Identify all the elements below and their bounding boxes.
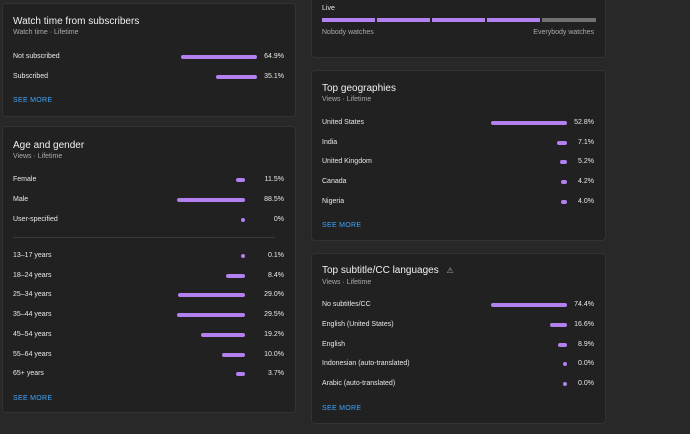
list-item: 25–34 years 29.0% [3, 288, 295, 302]
list-item: Arabic (auto-translated) 0.0% [312, 377, 605, 391]
row-bar [241, 254, 245, 258]
row-label: Nigeria [322, 197, 345, 205]
row-label: Not subscribed [13, 53, 60, 60]
list-item: 65+ years 3.7% [3, 367, 295, 381]
row-label: United Kingdom [322, 158, 372, 166]
top-subtitle-languages-card: Top subtitle/CC languages ⚠ Views · Life… [311, 253, 606, 424]
see-more-button[interactable]: SEE MORE [322, 222, 361, 229]
row-value: 52.8% [574, 119, 594, 126]
age-list: 13–17 years 0.1% 18–24 years 8.4% 25–34 year… [3, 127, 295, 412]
live-segment [542, 18, 596, 22]
list-item: Nigeria 4.0% [312, 195, 605, 209]
list-item: 55–64 years 10.0% [3, 348, 295, 362]
row-label: 55–64 years [13, 350, 52, 358]
row-value: 7.1% [578, 138, 594, 146]
row-value: 8.4% [268, 271, 284, 279]
row-label: 65+ years [13, 370, 44, 378]
live-segment [377, 18, 430, 22]
live-right-label: Everybody watches [533, 29, 594, 36]
row-label: 45–54 years [13, 330, 52, 338]
row-label: English [322, 340, 345, 348]
row-label: No subtitles/CC [322, 301, 371, 308]
row-value: 16.6% [574, 320, 594, 328]
list-item: Not subscribed 64.9% [3, 50, 295, 64]
row-value: 3.7% [268, 370, 284, 378]
row-label: English (United States) [322, 320, 394, 328]
list-item: 13–17 years 0.1% [3, 249, 295, 263]
row-bar [200, 332, 245, 337]
row-value: 5.2% [578, 158, 594, 166]
row-label: India [322, 138, 338, 146]
lang-list: No subtitles/CC 74.4% English (United Stat… [312, 254, 605, 423]
row-bar [491, 303, 567, 307]
row-value: 0.0% [578, 360, 594, 368]
row-bar [181, 55, 257, 59]
row-value: 4.0% [578, 197, 594, 205]
row-value: 0.0% [578, 380, 594, 388]
list-item: United Kingdom 5.2% [312, 155, 605, 169]
see-more-button[interactable]: SEE MORE [13, 395, 52, 402]
row-label: Arabic (auto-translated) [322, 380, 396, 388]
top-geographies-card: Top geographies Views · Lifetime United … [311, 70, 606, 241]
row-label: Indonesian (auto-translated) [322, 360, 410, 368]
row-value: 35.1% [264, 73, 284, 80]
list-item: India 7.1% [312, 136, 605, 150]
list-item: 45–54 years 19.2% [3, 328, 295, 342]
list-item: English (United States) 16.6% [312, 318, 605, 332]
live-card: Live Nobody watches Everybody watches [311, 0, 606, 58]
row-value: 10.0% [264, 350, 284, 358]
row-bar [177, 313, 245, 318]
row-value: 4.2% [578, 178, 594, 186]
row-bar [215, 75, 257, 79]
live-left-label: Nobody watches [322, 29, 374, 36]
list-item: Subscribed 35.1% [3, 70, 295, 84]
row-bar [178, 293, 245, 298]
row-label: 25–34 years [13, 291, 52, 299]
age-gender-card: Age and gender Views · Lifetime Female 11… [2, 126, 296, 413]
live-segment [487, 18, 540, 22]
row-label: 13–17 years [13, 252, 52, 259]
live-segment [322, 18, 375, 22]
row-value: 29.5% [264, 311, 284, 319]
row-label: United States [322, 119, 365, 126]
watch-time-subscribers-card: Watch time from subscribers Watch time ·… [2, 3, 296, 117]
list-item: English 8.9% [312, 338, 605, 352]
list-item: 18–24 years 8.4% [3, 269, 295, 283]
row-value: 8.9% [578, 340, 594, 348]
list-item: 35–44 years 29.5% [3, 308, 295, 322]
live-label: Live [322, 5, 335, 12]
row-label: 35–44 years [13, 311, 52, 319]
live-bar [322, 18, 596, 22]
row-bar [225, 273, 245, 278]
row-value: 74.4% [574, 301, 594, 308]
live-segment [432, 18, 485, 22]
see-more-button[interactable]: SEE MORE [322, 405, 361, 412]
row-bar [491, 121, 567, 125]
row-value: 19.2% [264, 330, 284, 338]
see-more-button[interactable]: SEE MORE [13, 97, 52, 104]
list-item: Canada 4.2% [312, 175, 605, 189]
row-value: 0.1% [268, 252, 284, 259]
row-bar [221, 352, 245, 357]
row-bar [236, 372, 245, 377]
list-item: United States 52.8% [312, 116, 605, 130]
row-label: Subscribed [13, 73, 49, 80]
row-value: 64.9% [264, 53, 284, 60]
geo-list: United States 52.8% India 7.1% United Kingdo… [312, 71, 605, 240]
list-item: No subtitles/CC 74.4% [312, 298, 605, 312]
row-value: 29.0% [264, 291, 284, 299]
row-label: 18–24 years [13, 271, 52, 279]
row-label: Canada [322, 178, 347, 186]
list-item: Indonesian (auto-translated) 0.0% [312, 357, 605, 371]
